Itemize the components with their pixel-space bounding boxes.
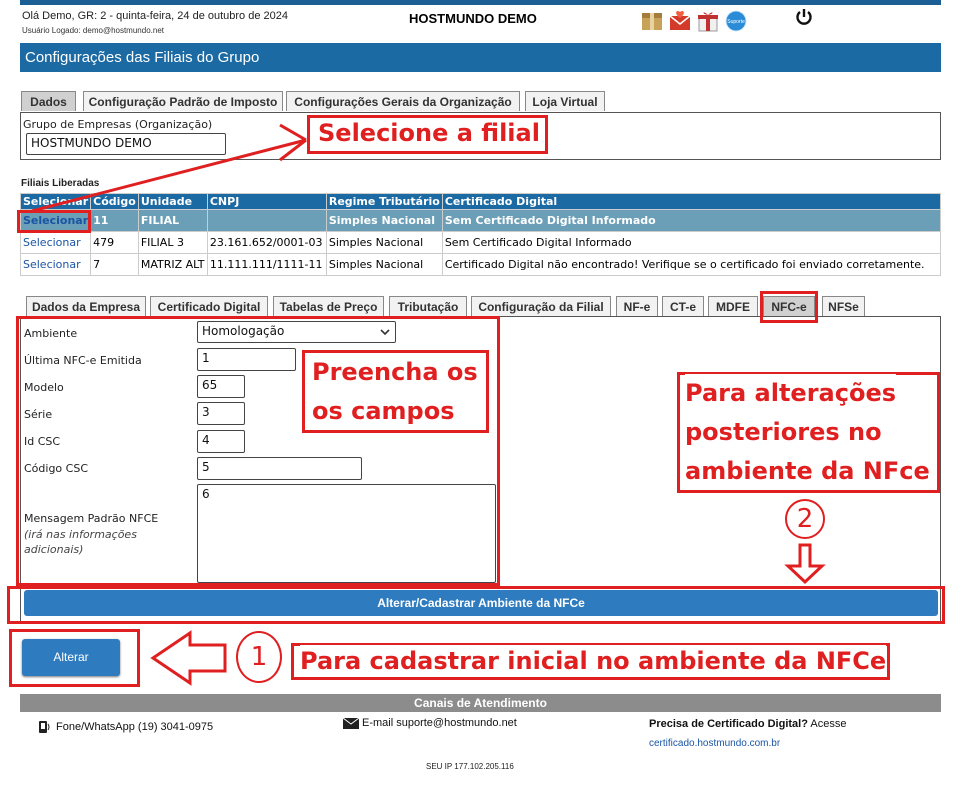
annotation-later-text-3: ambiente da NFce <box>685 452 930 490</box>
annotation-later-text-2: posteriores no <box>685 413 882 451</box>
annotation-update-button-box <box>7 586 945 624</box>
footer-phone: Fone/WhatsApp (19) 3041-0975 <box>56 721 214 733</box>
footer-title: Canais de Atendimento <box>414 696 547 710</box>
phone-icon <box>39 721 50 733</box>
annotation-later-text-1: Para alterações <box>685 374 897 412</box>
footer-email: E-mail suporte@hostmundo.net <box>362 717 517 729</box>
annotation-alterar-button-box <box>9 629 140 687</box>
footer-cert: Precisa de Certificado Digital? Acesse <box>649 718 846 730</box>
footer-title-bar: Canais de Atendimento <box>20 694 941 712</box>
annotation-initial-text: Para cadastrar inicial no ambiente da NF… <box>300 645 887 677</box>
annotation-nfce-tab-box <box>760 291 818 323</box>
annotation-fill-text-1: Preencha os <box>312 353 478 391</box>
footer-ip: SEU IP 177.102.205.116 <box>426 762 514 771</box>
annotation-fill-text-2: os campos <box>312 392 455 430</box>
annotation-step-1: 1 <box>236 631 282 683</box>
footer-cert-access: Acesse <box>810 718 847 730</box>
footer-cert-link[interactable]: certificado.hostmundo.com.br <box>649 738 780 749</box>
email-icon <box>343 718 359 729</box>
footer-cert-question: Precisa de Certificado Digital? <box>649 718 808 730</box>
annotation-step-2: 2 <box>785 499 825 539</box>
